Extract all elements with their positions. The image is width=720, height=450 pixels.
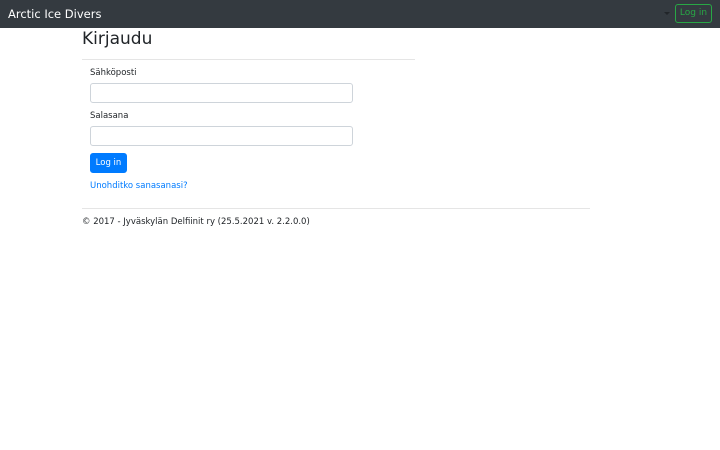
email-label: Sähköposti — [90, 68, 137, 78]
footer-copyright: © 2017 - Jyväskylän Delfiinit ry (25.5.2… — [82, 217, 310, 227]
forgot-password-link[interactable]: Unohditko sanasanasi? — [90, 180, 188, 192]
top-navbar: Arctic Ice Divers Log in — [0, 0, 720, 28]
navbar-login-button[interactable]: Log in — [675, 4, 712, 23]
login-submit-button[interactable]: Log in — [90, 153, 127, 173]
page-title: Kirjaudu — [82, 29, 153, 49]
brand-link[interactable]: Arctic Ice Divers — [8, 6, 101, 22]
title-divider — [82, 59, 415, 60]
password-field[interactable] — [90, 126, 353, 146]
caret-down-icon[interactable] — [664, 12, 670, 15]
footer-divider — [82, 208, 590, 209]
email-field[interactable] — [90, 83, 353, 103]
password-label: Salasana — [90, 111, 129, 121]
